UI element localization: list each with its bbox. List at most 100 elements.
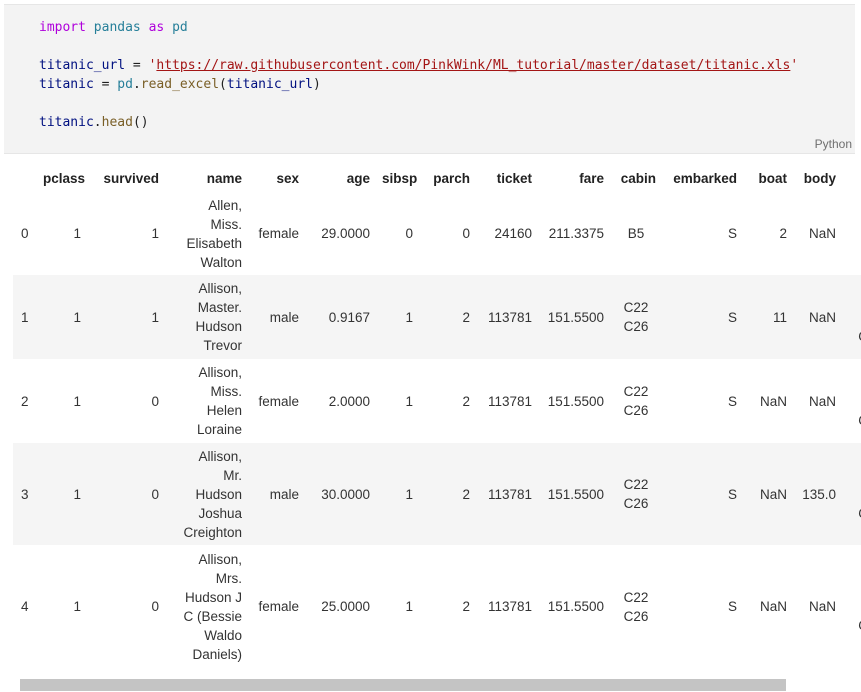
cabin-line: C22 [623, 384, 649, 399]
cell-embarked: S [662, 443, 743, 545]
column-header: parch [433, 170, 470, 186]
row-index: 2 [21, 393, 29, 409]
name-line: Master. [197, 300, 242, 315]
name-line: Mrs. [215, 570, 242, 586]
cell-embarked: S [662, 275, 743, 359]
name-line: Hudson [195, 486, 242, 502]
ho-line: M [848, 466, 861, 485]
name-line: Miss. [210, 216, 243, 232]
row-index: 4 [21, 599, 29, 614]
cell-age: 30.0000 [305, 443, 376, 545]
table-row: 3 1 0 Allison, Mr. Hudson Joshua Creighton male 3… [13, 443, 861, 545]
code-editor[interactable]: import pandas as pd titanic_url = 'https… [39, 18, 798, 132]
name-line: Allison, [198, 448, 242, 464]
name-line: Daniels) [192, 646, 242, 662]
call-parens: () [132, 115, 149, 130]
table-row: 2 1 0 Allison, Miss. Helen Loraine female 2.0000… [13, 359, 861, 443]
paren: ) [312, 77, 321, 92]
name-line: C (Bessie [183, 608, 242, 624]
cell-sibsp: 1 [376, 443, 419, 545]
assign-operator: = [93, 77, 118, 92]
cabin-line: C26 [623, 496, 649, 511]
column-header: age [346, 170, 370, 186]
ho-line: Che [848, 411, 861, 430]
ho-line: M [848, 289, 861, 308]
ho-line: M [848, 578, 861, 597]
pd-object: pd [117, 77, 133, 92]
cell-body: 135.0 [793, 443, 842, 545]
cell-survived: 0 [87, 443, 165, 545]
cell-survived: 0 [151, 393, 159, 409]
cell-survived: 1 [87, 275, 165, 359]
cell-boat: NaN [759, 599, 787, 614]
cell-sibsp: 1 [405, 599, 413, 614]
cell-boat: NaN [759, 393, 787, 409]
column-header: ticket [496, 170, 532, 186]
titanic-variable: titanic [39, 77, 94, 92]
assign-operator: = [125, 58, 149, 73]
cabin-line: C26 [623, 608, 649, 624]
ho-line: Che [848, 616, 861, 635]
dot: . [93, 115, 102, 130]
cell-parch: 2 [419, 443, 476, 545]
module-alias: pd [172, 20, 188, 35]
cell-fare: 151.5500 [538, 275, 610, 359]
cell-sibsp: 1 [376, 275, 419, 359]
cell-ho [842, 192, 861, 275]
name-line: Allen, [208, 197, 242, 213]
cell-boat: 11 [743, 275, 793, 359]
column-header: ho [842, 164, 861, 192]
column-header: pclass [43, 170, 86, 186]
cell-fare: 151.5500 [547, 599, 604, 614]
quote: ' [790, 58, 799, 73]
paren: ( [219, 77, 227, 92]
cell-sex: female [258, 226, 299, 241]
column-header: body [803, 170, 836, 186]
import-keyword: import [39, 20, 86, 35]
name-line: Allison, [198, 551, 242, 567]
dataframe-table: pclass survived name sex age sibsp parch ticket… [13, 164, 861, 668]
header-row: pclass survived name sex age sibsp parch ticket… [13, 164, 861, 192]
cell-ho: M Che [842, 359, 861, 443]
row-index: 3 [13, 443, 37, 545]
cell-sex: female [258, 599, 299, 614]
horizontal-scrollbar[interactable] [20, 679, 786, 691]
cell-survived: 0 [151, 599, 159, 614]
cell-pclass: 1 [73, 226, 81, 241]
table-row: 4 1 0 Allison, Mrs. Hudson J C (Bessie Waldo Dan… [13, 545, 861, 668]
cell-body: NaN [793, 275, 842, 359]
cell-cabin: B5 [610, 192, 662, 275]
cell-fare: 211.3375 [548, 226, 604, 241]
name-line: Walton [200, 254, 242, 270]
name-line: Miss. [210, 384, 243, 399]
cell-ho: M Che [842, 545, 861, 668]
language-label[interactable]: Python [815, 137, 852, 151]
cell-ticket: 113781 [476, 275, 538, 359]
cell-name: Allison, Mr. Hudson Joshua Creighton [165, 443, 248, 545]
cell-pclass: 1 [37, 275, 87, 359]
cabin-line: C26 [623, 403, 649, 418]
cell-boat: 2 [779, 226, 787, 241]
cell-pclass: 1 [73, 599, 81, 614]
row-index: 1 [13, 275, 37, 359]
cell-fare: 151.5500 [538, 443, 610, 545]
cell-pclass: 1 [73, 393, 81, 409]
column-header: embarked [673, 170, 737, 186]
head-function: head [101, 115, 133, 130]
url-string-link[interactable]: https://raw.githubusercontent.com/PinkWi… [156, 58, 790, 73]
cell-embarked: S [727, 599, 737, 614]
cell-body: NaN [808, 393, 836, 409]
cell-ho: M Che [842, 443, 861, 545]
column-header: sex [276, 170, 299, 186]
cell-fare: 151.5500 [547, 393, 604, 409]
cell-name: Allison, Miss. Helen Loraine [165, 359, 248, 443]
module-name: pandas [93, 20, 141, 35]
name-line: Loraine [196, 422, 242, 437]
cell-ticket: 113781 [487, 599, 532, 614]
cell-output: pclass survived name sex age sibsp parch ticket… [13, 164, 861, 674]
cell-age: 0.9167 [305, 275, 376, 359]
dot: . [132, 77, 141, 92]
cell-name: Allen, Miss. Elisabeth Walton [165, 192, 248, 275]
code-cell[interactable]: import pandas as pd titanic_url = 'https… [4, 4, 855, 154]
cell-name: Allison, Master. Hudson Trevor [165, 275, 248, 359]
